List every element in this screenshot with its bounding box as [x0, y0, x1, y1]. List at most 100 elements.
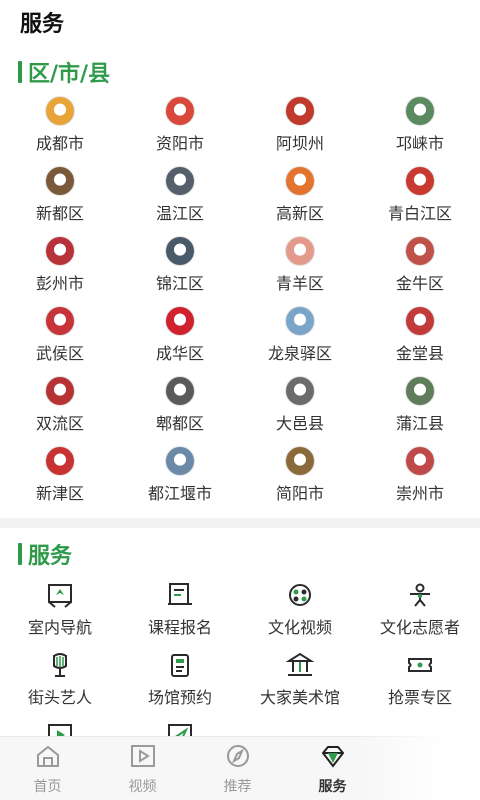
district-item[interactable]: 崇州市 [360, 444, 480, 514]
service-item[interactable]: 场馆预约 [120, 648, 240, 718]
district-item[interactable]: 大邑县 [240, 374, 360, 444]
jinniu-emblem-icon [405, 236, 435, 266]
district-item[interactable]: 龙泉驿区 [240, 304, 360, 374]
xindu-emblem-icon [45, 166, 75, 196]
district-label: 金牛区 [395, 274, 444, 293]
district-item[interactable]: 高新区 [240, 164, 360, 234]
services-section-label: 服务 [28, 544, 73, 569]
district-item[interactable]: 青白江区 [360, 164, 480, 234]
district-label: 简阳市 [275, 484, 324, 503]
district-item[interactable]: 双流区 [0, 374, 120, 444]
qionglai-emblem-icon [405, 96, 435, 126]
compass-icon [224, 743, 252, 774]
video-icon [129, 743, 157, 774]
qingyang-emblem-icon [285, 236, 315, 266]
district-label: 邛崃市 [395, 134, 444, 153]
culture-video-icon [283, 580, 317, 610]
pengzhou-emblem-icon [45, 236, 75, 266]
district-label: 青白江区 [387, 204, 452, 223]
districts-grid: 成都市 资阳市 阿坝州 邛崃市新都区 温江区 高新区 青白江区彭州市 锦江区 青羊区 金牛区武侯区… [0, 94, 480, 514]
district-item[interactable]: 锦江区 [120, 234, 240, 304]
ticket-grab-icon [403, 650, 437, 680]
page-title: 服务 [20, 12, 65, 37]
district-label: 崇州市 [395, 484, 444, 503]
district-item[interactable]: 金堂县 [360, 304, 480, 374]
service-item[interactable]: 街头艺人 [0, 648, 120, 718]
district-label: 都江堰市 [147, 484, 212, 503]
district-item[interactable]: 成都市 [0, 94, 120, 164]
district-item[interactable]: 青羊区 [240, 234, 360, 304]
district-label: 锦江区 [155, 274, 204, 293]
district-item[interactable]: 新津区 [0, 444, 120, 514]
district-label: 龙泉驿区 [267, 344, 332, 363]
district-item[interactable]: 彭州市 [0, 234, 120, 304]
service-item[interactable]: 课程报名 [120, 578, 240, 648]
district-label: 阿坝州 [275, 134, 324, 153]
wenjiang-emblem-icon [165, 166, 195, 196]
district-label: 彭州市 [35, 274, 84, 293]
section-divider [0, 518, 480, 528]
wuhou-emblem-icon [45, 306, 75, 336]
service-item[interactable]: 文化视频 [240, 578, 360, 648]
nav-label: 服务 [318, 779, 347, 795]
district-label: 成都市 [35, 134, 84, 153]
indoor-navigation-icon [43, 580, 77, 610]
chengdu-emblem-icon [45, 96, 75, 126]
district-item[interactable]: 新都区 [0, 164, 120, 234]
section-marker [18, 543, 22, 565]
districts-section-label: 区/市/县 [28, 62, 111, 87]
service-label: 抢票专区 [387, 688, 452, 707]
pujiang-emblem-icon [405, 376, 435, 406]
dayi-emblem-icon [285, 376, 315, 406]
district-item[interactable]: 成华区 [120, 304, 240, 374]
district-item[interactable]: 金牛区 [360, 234, 480, 304]
district-label: 资阳市 [155, 134, 204, 153]
service-item[interactable]: 抢票专区 [360, 648, 480, 718]
service-label: 街头艺人 [27, 688, 92, 707]
district-label: 武侯区 [35, 344, 84, 363]
district-item[interactable]: 蒲江县 [360, 374, 480, 444]
street-artist-icon [43, 650, 77, 680]
district-label: 郫都区 [155, 414, 204, 433]
diamond-icon [319, 743, 347, 774]
ziyang-emblem-icon [165, 96, 195, 126]
jinjiang-emblem-icon [165, 236, 195, 266]
nav-tab-video[interactable]: 视频 [95, 737, 190, 800]
gaoxin-emblem-icon [285, 166, 315, 196]
course-signup-icon [163, 580, 197, 610]
district-label: 蒲江县 [395, 414, 444, 433]
district-item[interactable]: 郫都区 [120, 374, 240, 444]
service-item[interactable]: 室内导航 [0, 578, 120, 648]
district-item[interactable]: 武侯区 [0, 304, 120, 374]
district-item[interactable]: 都江堰市 [120, 444, 240, 514]
service-label: 场馆预约 [147, 688, 212, 707]
district-item[interactable]: 资阳市 [120, 94, 240, 164]
nav-tab-compass[interactable]: 推荐 [190, 737, 285, 800]
nav-tab-home[interactable]: 首页 [0, 737, 95, 800]
service-label: 大家美术馆 [259, 688, 340, 707]
service-label: 文化志愿者 [379, 618, 460, 637]
xinjin-emblem-icon [45, 446, 75, 476]
district-item[interactable]: 阿坝州 [240, 94, 360, 164]
service-label: 室内导航 [27, 618, 92, 637]
district-item[interactable]: 邛崃市 [360, 94, 480, 164]
pidu-emblem-icon [165, 376, 195, 406]
district-item[interactable]: 温江区 [120, 164, 240, 234]
aba-emblem-icon [285, 96, 315, 126]
home-icon [34, 743, 62, 774]
dujiangyan-emblem-icon [165, 446, 195, 476]
service-label: 课程报名 [147, 618, 212, 637]
district-label: 温江区 [155, 204, 204, 223]
service-item[interactable]: 大家美术馆 [240, 648, 360, 718]
districts-section-title: 区/市/县 [18, 56, 110, 88]
volunteer-icon [403, 580, 437, 610]
chenghua-emblem-icon [165, 306, 195, 336]
district-item[interactable]: 简阳市 [240, 444, 360, 514]
nav-label: 视频 [128, 779, 157, 795]
venue-booking-icon [163, 650, 197, 680]
service-item[interactable]: 文化志愿者 [360, 578, 480, 648]
art-museum-icon [283, 650, 317, 680]
district-label: 新津区 [35, 484, 84, 503]
service-label: 文化视频 [267, 618, 332, 637]
chongzhou-emblem-icon [405, 446, 435, 476]
